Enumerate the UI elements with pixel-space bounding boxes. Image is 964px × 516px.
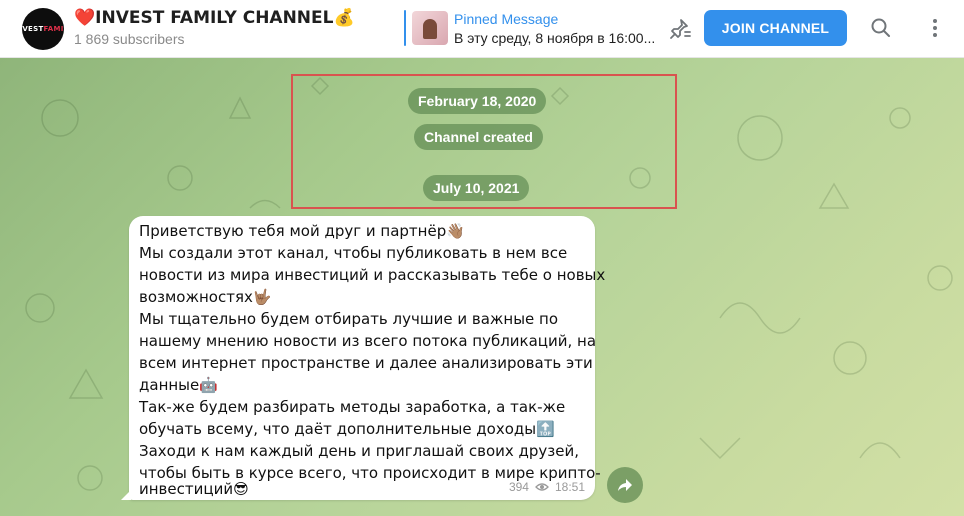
view-count: 394 [508, 480, 529, 494]
share-icon [618, 479, 632, 491]
message-line: данные🤖 [139, 376, 218, 394]
message-line: обучать всему, что даёт дополнительные д… [139, 420, 555, 438]
message-line: инвестиций😎 [139, 480, 249, 498]
search-icon[interactable] [868, 15, 894, 41]
message-line: Заходи к нам каждый день и приглашай сво… [139, 442, 580, 460]
message-line: Мы тщательно будем отбирать лучшие и важ… [139, 310, 559, 328]
pinned-label: Pinned Message [454, 11, 559, 27]
channel-avatar[interactable]: INVESTFAMILY [22, 8, 64, 50]
message-line: Приветствую тебя мой друг и партнёр👋🏽 [139, 222, 465, 240]
message-line: Мы создали этот канал, чтобы публиковать… [139, 244, 568, 262]
chat-area[interactable]: February 18, 2020 Channel created July 1… [0, 58, 964, 516]
message-line: нашему мнению новости из всего потока пу… [139, 332, 597, 350]
date-separator-1: February 18, 2020 [408, 88, 547, 114]
message-bubble[interactable]: Приветствую тебя мой друг и партнёр👋🏽 Мы… [121, 216, 605, 500]
channel-title[interactable]: ❤️INVEST FAMILY CHANNEL💰 [74, 8, 355, 28]
pin-list-icon[interactable] [667, 16, 693, 42]
pinned-message[interactable]: Pinned Message В эту среду, 8 ноября в 1… [404, 8, 654, 48]
date-separator-2: July 10, 2021 [423, 175, 530, 201]
join-channel-button[interactable]: JOIN CHANNEL [704, 10, 847, 46]
message-line: новости из мира инвестиций и рассказыват… [139, 266, 606, 284]
message-time: 18:51 [554, 480, 585, 494]
subscriber-count: 1 869 subscribers [74, 31, 185, 47]
pinned-indicator-bar [404, 10, 406, 46]
message-line: возможностях🤟🏽 [139, 288, 272, 306]
bubble-tail [121, 490, 131, 500]
avatar-logo: INVESTFAMILY [22, 25, 64, 33]
pinned-thumbnail [412, 11, 448, 45]
pinned-text: В эту среду, 8 ноября в 16:00... [454, 30, 654, 46]
channel-created-notice: Channel created [414, 124, 543, 150]
channel-header: INVESTFAMILY ❤️INVEST FAMILY CHANNEL💰 1 … [0, 0, 964, 58]
more-icon[interactable] [922, 15, 948, 41]
eye-icon [535, 483, 549, 491]
message-line: Так-же будем разбирать методы заработка,… [139, 398, 566, 416]
share-button[interactable] [607, 467, 643, 503]
message-line: всем интернет пространстве и далее анали… [139, 354, 593, 372]
message-meta: 394 18:51 [509, 480, 585, 494]
